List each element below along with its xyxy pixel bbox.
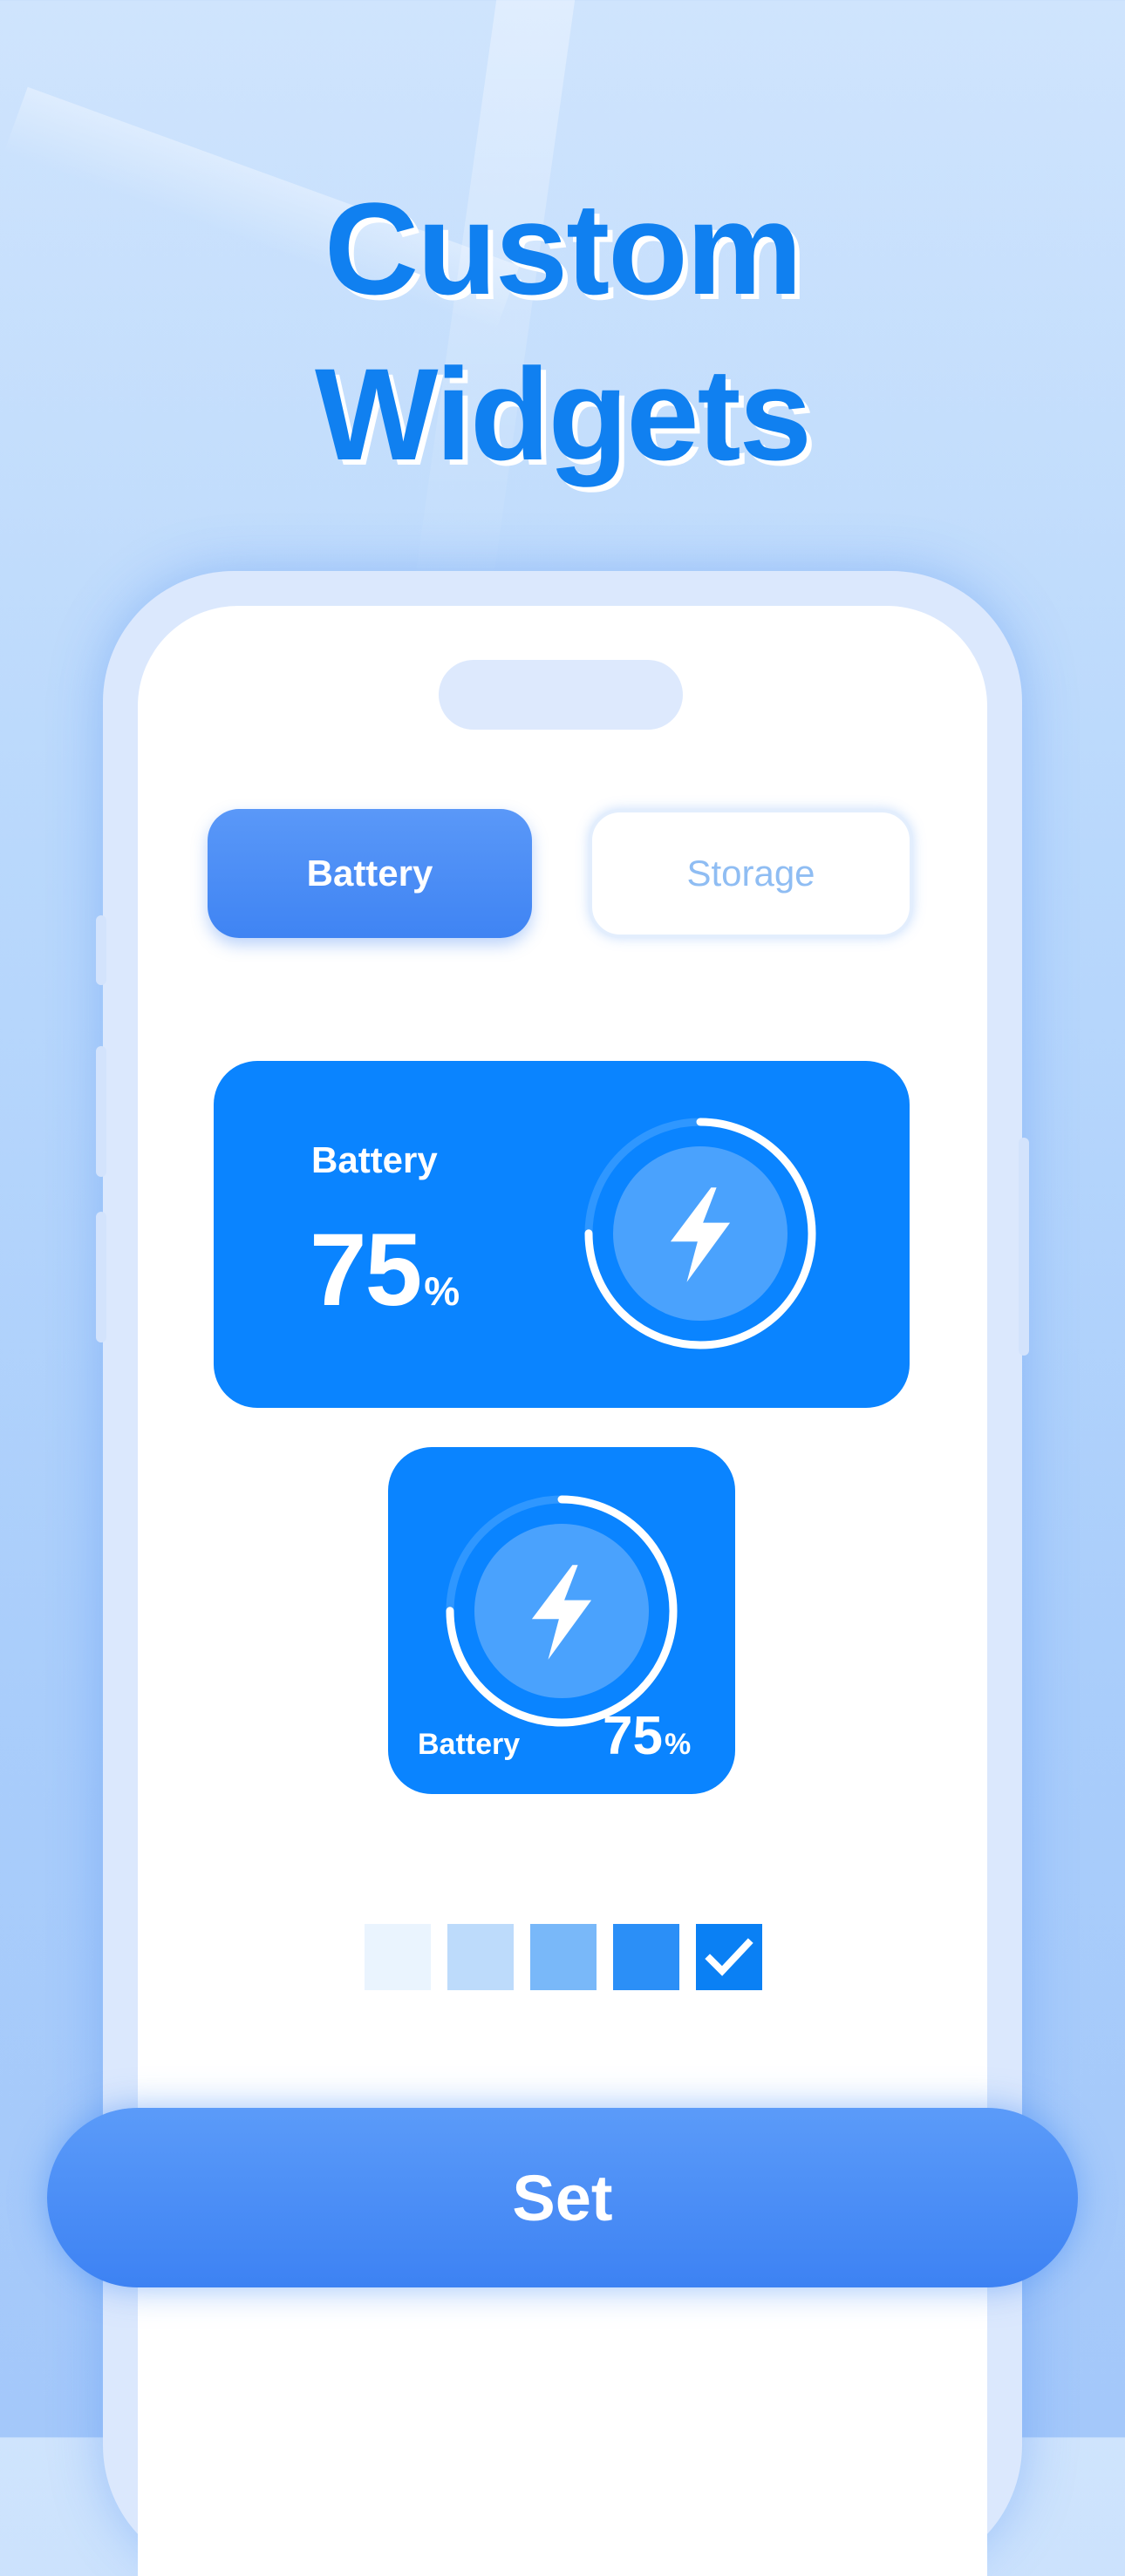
battery-value: 75: [310, 1213, 422, 1328]
battery-ring: [584, 1118, 816, 1349]
battery-percentage: 75%: [603, 1705, 691, 1767]
color-swatch[interactable]: [447, 1924, 514, 1990]
percent-unit: %: [664, 1728, 692, 1761]
battery-value: 75: [603, 1706, 663, 1766]
set-button[interactable]: Set: [47, 2108, 1078, 2287]
battery-ring: [446, 1495, 678, 1727]
widget-label: Battery: [418, 1728, 521, 1761]
phone-side-button: [1019, 1138, 1029, 1356]
checkmark-icon: [705, 1938, 753, 1976]
tab-battery[interactable]: Battery: [208, 809, 532, 938]
color-swatches: [365, 1924, 762, 1990]
widget-label: Battery: [311, 1139, 438, 1180]
color-swatch[interactable]: [365, 1924, 431, 1990]
battery-percentage: 75%: [310, 1211, 460, 1329]
phone-side-button: [96, 1046, 106, 1177]
headline-line-2: Widgets: [315, 341, 812, 487]
color-swatch[interactable]: [530, 1924, 597, 1990]
phone-side-button: [96, 1212, 106, 1342]
dynamic-island: [439, 660, 683, 730]
battery-widget-medium[interactable]: Battery 75%: [214, 1061, 910, 1408]
color-swatch[interactable]: [613, 1924, 679, 1990]
battery-widget-small[interactable]: Battery 75%: [388, 1447, 735, 1794]
tab-storage[interactable]: Storage: [589, 809, 913, 938]
color-swatch[interactable]: [696, 1924, 762, 1990]
percent-unit: %: [424, 1268, 460, 1314]
headline-line-1: Custom: [324, 175, 802, 322]
headline: Custom Widgets: [0, 166, 1125, 497]
phone-side-button: [96, 915, 106, 985]
